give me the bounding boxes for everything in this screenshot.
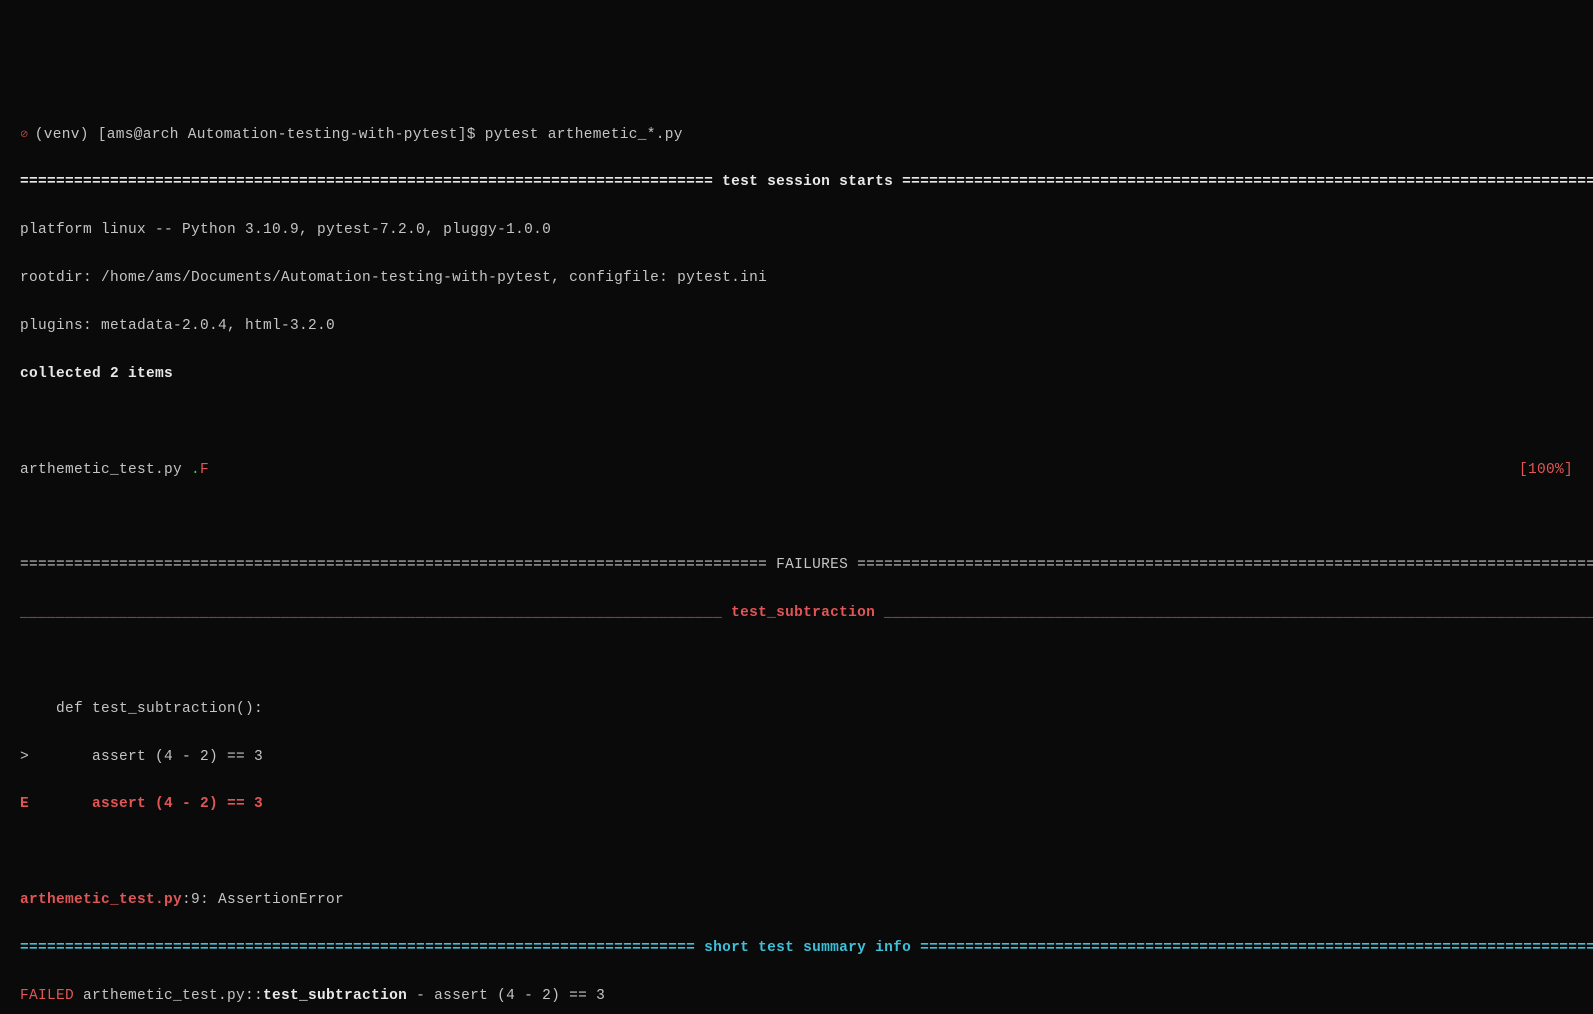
fail-test-name: test_subtraction: [731, 605, 875, 621]
assertion-error: assert (4 - 2) == 3: [92, 796, 263, 812]
failed-path: arthemetic_test.py::: [74, 988, 263, 1004]
session-title: test session starts: [722, 174, 893, 190]
error-position: :9: AssertionError: [182, 892, 344, 908]
blank-line: [20, 650, 1573, 674]
summary-title: short test summary info: [704, 940, 911, 956]
platform-info: platform linux -- Python 3.10.9, pytest-…: [20, 219, 1573, 243]
summary-header: ========================================…: [20, 937, 1573, 961]
error-file: arthemetic_test.py: [20, 892, 182, 908]
prompt-line: ⊘ (venv) [ams@arch Automation-testing-wit…: [20, 124, 1573, 148]
trace-error-line: E assert (4 - 2) == 3: [20, 793, 1573, 817]
test-file: arthemetic_test.py: [20, 462, 191, 478]
failed-summary-line: FAILED arthemetic_test.py::test_subtract…: [20, 985, 1573, 1009]
failed-tag: FAILED: [20, 988, 74, 1004]
terminal-output[interactable]: ⊘ (venv) [ams@arch Automation-testing-wit…: [0, 100, 1593, 1014]
stop-icon: ⊘: [20, 130, 29, 141]
test-progress: arthemetic_test.py .F [100%]: [20, 459, 1573, 483]
venv-prefix: (venv): [35, 127, 98, 143]
command: pytest arthemetic_*.py: [485, 127, 683, 143]
test-fail-mark: F: [200, 462, 209, 478]
failed-assertion: - assert (4 - 2) == 3: [407, 988, 605, 1004]
failures-header: ========================================…: [20, 554, 1573, 578]
blank-line: [20, 841, 1573, 865]
user-host: [ams@arch Automation-testing-with-pytest…: [98, 127, 485, 143]
fail-test-header: ________________________________________…: [20, 602, 1573, 626]
error-location: arthemetic_test.py:9: AssertionError: [20, 889, 1573, 913]
plugins-info: plugins: metadata-2.0.4, html-3.2.0: [20, 315, 1573, 339]
rootdir-info: rootdir: /home/ams/Documents/Automation-…: [20, 267, 1573, 291]
blank-line: [20, 411, 1573, 435]
blank-line: [20, 506, 1573, 530]
trace-def-line: def test_subtraction():: [20, 698, 1573, 722]
collected-info: collected 2 items: [20, 363, 1573, 387]
progress-percent: [100%]: [1519, 459, 1573, 483]
session-header: ========================================…: [20, 171, 1573, 195]
failed-test-name: test_subtraction: [263, 988, 407, 1004]
test-pass-mark: .: [191, 462, 200, 478]
failures-title: FAILURES: [776, 557, 848, 573]
trace-pointer-line: > assert (4 - 2) == 3: [20, 746, 1573, 770]
